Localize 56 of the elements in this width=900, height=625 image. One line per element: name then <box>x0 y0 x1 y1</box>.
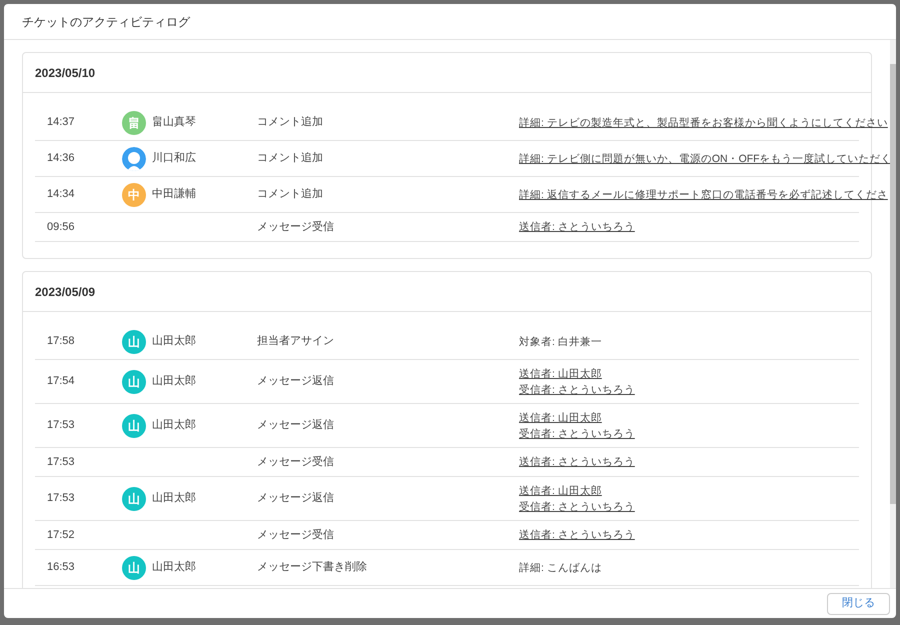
entry-time: 17:54 <box>46 375 75 388</box>
user-name: 中田謙輔 <box>152 186 196 202</box>
close-button[interactable]: 閉じる <box>827 592 890 614</box>
entry-time: 17:52 <box>46 528 75 541</box>
detail-text: 詳細: こんばんは <box>519 560 602 576</box>
action-label: メッセージ返信 <box>257 492 334 504</box>
action-label: コメント追加 <box>257 188 323 200</box>
user-avatar: 山 <box>122 486 146 510</box>
action-label: メッセージ下書き削除 <box>257 561 367 574</box>
action-label: メッセージ受信 <box>257 456 334 468</box>
user-name: 山田太郎 <box>152 560 196 576</box>
detail-link[interactable]: 受信者: さとういちろう <box>519 382 635 398</box>
user-avatar: 山 <box>122 330 146 354</box>
entry-time: 17:58 <box>46 335 75 348</box>
action-label: メッセージ返信 <box>257 419 334 432</box>
entry-time: 09:56 <box>46 220 75 233</box>
action-label: メッセージ受信 <box>257 528 334 541</box>
user-name: 山田太郎 <box>152 334 196 350</box>
entry-time: 14:36 <box>46 152 75 164</box>
action-label: コメント追加 <box>257 116 323 128</box>
user-avatar: 畠 <box>122 110 146 134</box>
detail-link[interactable]: 送信者: 山田太郎 <box>519 410 602 426</box>
detail-text: 対象者: 白井兼一 <box>519 334 602 350</box>
action-label: メッセージ返信 <box>257 375 334 388</box>
detail-link[interactable]: 受信者: さとういちろう <box>519 498 635 514</box>
user-name: 畠山真琴 <box>152 115 196 130</box>
action-label: コメント追加 <box>257 152 323 164</box>
entry-time: 14:37 <box>46 116 75 128</box>
detail-link[interactable]: 送信者: さとういちろう <box>519 527 635 543</box>
detail-link[interactable]: 送信者: 山田太郎 <box>519 482 602 498</box>
user-name: 川口和広 <box>152 150 196 166</box>
detail-link[interactable]: 送信者: 山田太郎 <box>519 366 602 382</box>
date-heading: 2023/05/09 <box>35 284 96 300</box>
dialog-title: チケットのアクティビティログ <box>22 14 190 30</box>
user-avatar: 山 <box>122 556 146 580</box>
entry-time: 17:53 <box>46 492 75 504</box>
detail-link[interactable]: 送信者: さとういちろう <box>519 219 635 235</box>
entry-time: 17:53 <box>46 456 75 468</box>
detail-link[interactable]: 詳細: テレビの製造年式と、製品型番をお客様から聞くようにしてください <box>519 114 888 130</box>
entry-time: 16:53 <box>46 561 75 574</box>
detail-link[interactable]: 詳細: テレビ側に問題が無いか、電源のON・OFFをもう一度試していただく <box>519 150 890 166</box>
scrollbar[interactable] <box>890 40 896 588</box>
detail-link[interactable]: 送信者: さとういちろう <box>519 454 635 470</box>
user-avatar: 中 <box>122 182 146 206</box>
entry-time: 14:34 <box>46 188 75 200</box>
detail-link[interactable]: 詳細: 返信するメールに修理サポート窓口の電話番号を必ず記述してくださ <box>519 186 888 202</box>
action-label: 担当者アサイン <box>257 335 334 348</box>
detail-link[interactable]: 受信者: さとういちろう <box>519 426 635 442</box>
entry-time: 17:53 <box>46 419 75 432</box>
action-label: メッセージ受信 <box>257 220 334 233</box>
user-name: 山田太郎 <box>152 374 196 390</box>
user-name: 山田太郎 <box>152 490 196 506</box>
user-avatar: 山 <box>122 414 146 438</box>
user-name: 山田太郎 <box>152 418 196 434</box>
date-heading: 2023/05/10 <box>35 64 96 82</box>
user-avatar: 山 <box>122 370 146 394</box>
